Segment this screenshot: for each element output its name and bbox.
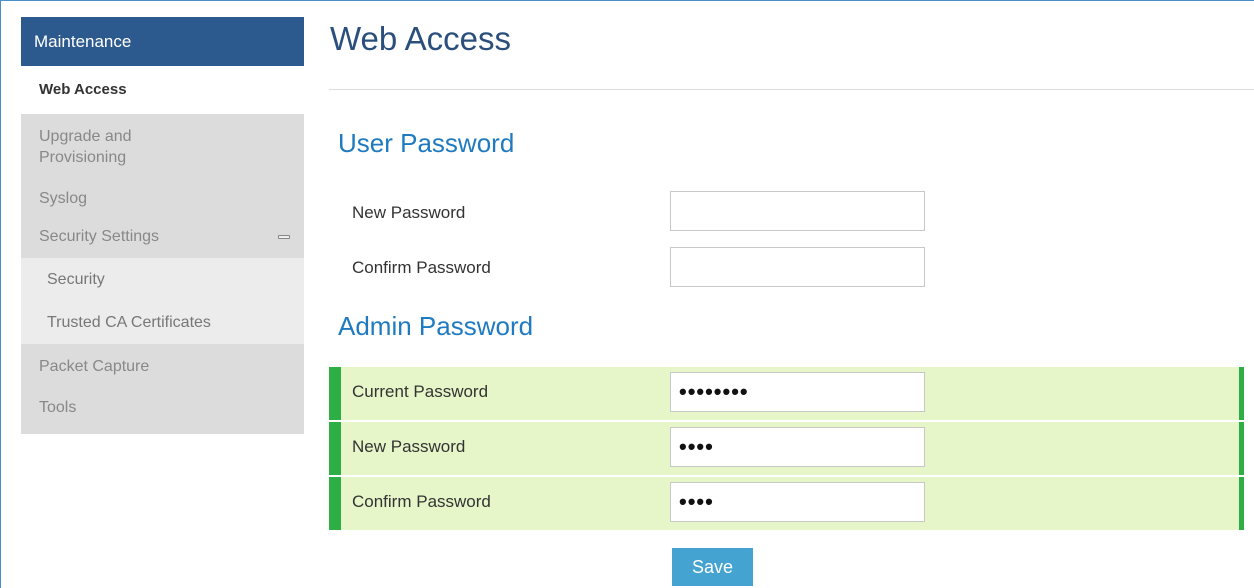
sidebar-item-syslog[interactable]: Syslog xyxy=(21,180,304,218)
save-button[interactable]: Save xyxy=(672,548,753,586)
user-confirm-password-input[interactable] xyxy=(670,247,925,287)
admin-password-section-title: Admin Password xyxy=(338,311,534,341)
user-new-password-input[interactable] xyxy=(670,191,925,231)
admin-current-password-input[interactable] xyxy=(670,372,925,412)
sidebar-submenu: Security Trusted CA Certificates xyxy=(21,258,304,344)
sidebar-item-packet-capture[interactable]: Packet Capture xyxy=(21,344,304,388)
page-title: Web Access xyxy=(330,20,511,57)
user-password-section-title: User Password xyxy=(338,128,515,158)
sidebar-item-label: Upgrade and xyxy=(39,128,132,145)
sidebar-item-label: Provisioning xyxy=(39,149,127,166)
sidebar-item-security-settings[interactable]: Security Settings xyxy=(21,218,304,266)
sidebar-header-maintenance[interactable]: Maintenance xyxy=(21,17,304,66)
user-new-password-label: New Password xyxy=(352,203,466,222)
admin-confirm-password-label: Confirm Password xyxy=(352,492,491,511)
sidebar-subitem-trusted-ca-certificates[interactable]: Trusted CA Certificates xyxy=(21,301,304,344)
divider xyxy=(329,89,1254,90)
sidebar: Maintenance Web Access Upgrade and Provi… xyxy=(21,17,304,434)
user-confirm-password-label: Confirm Password xyxy=(352,258,491,277)
sidebar-item-web-access[interactable]: Web Access xyxy=(21,66,304,114)
sidebar-menu-group: Upgrade and Provisioning Syslog Security… xyxy=(21,114,304,434)
admin-current-password-label: Current Password xyxy=(352,382,489,401)
collapse-minus-icon[interactable] xyxy=(278,235,290,239)
admin-new-password-label: New Password xyxy=(352,437,466,456)
admin-new-password-input[interactable] xyxy=(670,427,925,467)
sidebar-item-tools[interactable]: Tools xyxy=(21,388,304,434)
admin-confirm-password-input[interactable] xyxy=(670,482,925,522)
sidebar-item-upgrade-provisioning[interactable]: Upgrade and Provisioning xyxy=(21,114,304,180)
sidebar-item-label: Security Settings xyxy=(39,228,160,245)
